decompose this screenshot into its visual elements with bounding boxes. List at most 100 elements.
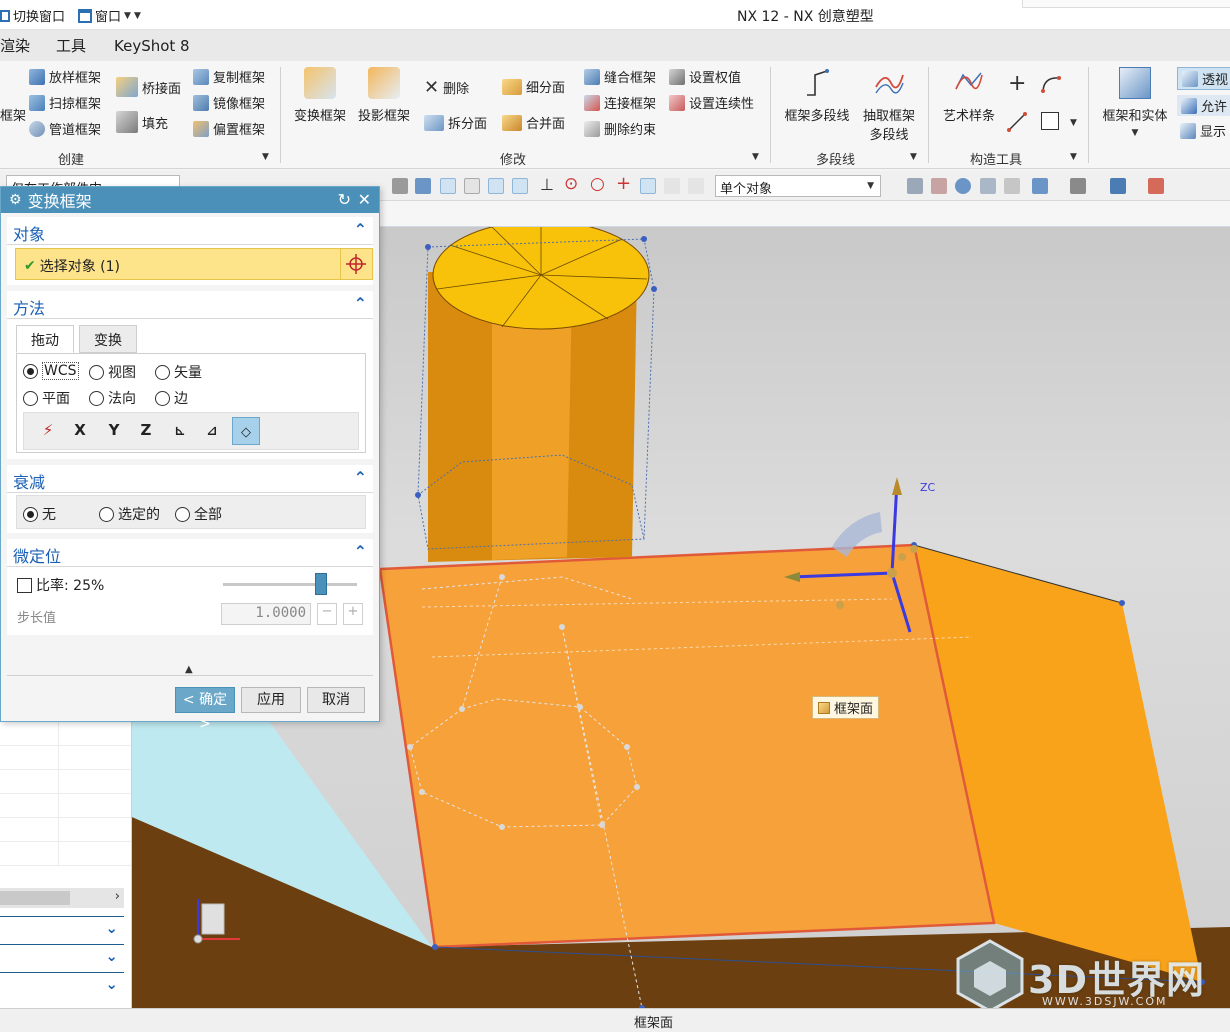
- allow-toggle[interactable]: 允许: [1177, 95, 1230, 116]
- radio-wcs[interactable]: WCS: [23, 362, 79, 380]
- set-weight-button[interactable]: 设置权值: [669, 67, 741, 86]
- ok-button[interactable]: < 确定 >: [175, 687, 235, 732]
- group-construct-expand-icon[interactable]: ▼: [1070, 152, 1077, 162]
- plane-yz-button[interactable]: ⊾: [166, 417, 194, 445]
- menu-keyshot[interactable]: KeyShot 8: [114, 37, 190, 55]
- chevron-down-icon[interactable]: ▼: [1070, 118, 1077, 128]
- sweep-frame-button[interactable]: 扫掠框架: [29, 93, 101, 112]
- tab-drag[interactable]: 拖动: [16, 325, 74, 353]
- wcs-icon[interactable]: [1148, 178, 1164, 194]
- rotate-icon[interactable]: [955, 178, 971, 194]
- arc-icon[interactable]: [1040, 73, 1062, 95]
- project-frame-button[interactable]: 投影框架: [355, 67, 413, 124]
- tube-frame-button[interactable]: 管道框架: [29, 119, 101, 138]
- section-method-header[interactable]: 方法 ⌃: [7, 291, 373, 319]
- step-value-input[interactable]: 1.0000: [221, 603, 311, 625]
- navigator-row[interactable]: [0, 722, 131, 746]
- navigator-row[interactable]: [0, 770, 131, 794]
- extract-frame-polyline-button[interactable]: 抽取框架 多段线: [857, 67, 921, 143]
- selection-type-dropdown[interactable]: 单个对象 ▼: [715, 175, 881, 197]
- section-fine-header[interactable]: 微定位 ⌃: [7, 539, 373, 567]
- group-polyline-expand-icon[interactable]: ▼: [910, 152, 917, 162]
- scrollbar-thumb[interactable]: [0, 891, 70, 905]
- snap-mid-icon[interactable]: [488, 178, 504, 194]
- zoom-icon[interactable]: [931, 178, 947, 194]
- select-body-icon[interactable]: [415, 178, 431, 194]
- reset-icon[interactable]: ↻: [338, 190, 351, 209]
- radio-normal[interactable]: 法向: [89, 388, 136, 408]
- radio-plane[interactable]: 平面: [23, 388, 70, 408]
- menu-render[interactable]: 渲染: [0, 35, 30, 56]
- radio-view[interactable]: 视图: [89, 362, 136, 382]
- pan-icon[interactable]: [980, 178, 996, 194]
- transparency-toggle[interactable]: 透视: [1177, 67, 1230, 90]
- select-face-icon[interactable]: [392, 178, 408, 194]
- orient-icon[interactable]: [1004, 178, 1020, 194]
- fill-button[interactable]: 填充: [116, 111, 168, 133]
- transform-frame-button[interactable]: 变换框架: [291, 67, 349, 124]
- switch-window-button[interactable]: 切换窗口: [0, 6, 65, 25]
- subdivide-face-button[interactable]: 细分面: [502, 77, 565, 96]
- delete-button[interactable]: ✕ 删除: [424, 77, 469, 98]
- horizontal-scrollbar[interactable]: ›: [0, 888, 124, 908]
- axis-z-button[interactable]: Z: [132, 417, 160, 445]
- fit-view-icon[interactable]: [907, 178, 923, 194]
- group-create-expand-icon[interactable]: ▼: [262, 152, 269, 162]
- group-modify-expand-icon[interactable]: ▼: [752, 152, 759, 162]
- section-object-header[interactable]: 对象 ⌃: [7, 217, 373, 245]
- bridge-face-button[interactable]: 桥接面: [116, 77, 181, 97]
- menu-tools[interactable]: 工具: [56, 35, 86, 56]
- mirror-frame-button[interactable]: 镜像框架: [193, 93, 265, 112]
- apply-button[interactable]: 应用: [241, 687, 301, 713]
- snap-bounded-icon[interactable]: [688, 178, 704, 194]
- set-continuity-button[interactable]: 设置连续性: [669, 93, 754, 112]
- snap-quadrant-icon[interactable]: ○: [590, 174, 605, 194]
- radio-falloff-none[interactable]: 无: [23, 504, 56, 524]
- merge-face-button[interactable]: 合并面: [502, 113, 565, 132]
- ratio-checkbox[interactable]: 比率: 25%: [17, 575, 104, 595]
- tab-transform[interactable]: 变换: [79, 325, 137, 353]
- navigator-section-1[interactable]: ⌄: [0, 916, 124, 942]
- radio-falloff-all[interactable]: 全部: [175, 504, 222, 524]
- expand-more-icon[interactable]: ▲: [185, 664, 193, 675]
- navigator-section-2[interactable]: ⌄: [0, 944, 124, 970]
- snap-center-icon[interactable]: ⊙: [564, 174, 578, 194]
- plane-xz-button[interactable]: ⊿: [198, 417, 226, 445]
- point-icon[interactable]: +: [1008, 71, 1026, 96]
- axis-x-button[interactable]: X: [66, 417, 94, 445]
- dialog-title-bar[interactable]: ⚙ 变换框架 ↻ ✕: [1, 187, 379, 213]
- plane-xy-button[interactable]: ◇: [232, 417, 260, 445]
- render-style-icon[interactable]: [1032, 178, 1048, 194]
- offset-frame-button[interactable]: 偏置框架: [193, 119, 265, 138]
- frame-polyline-button[interactable]: 框架多段线: [780, 67, 854, 124]
- axis-y-button[interactable]: Y: [100, 417, 128, 445]
- navigator-row[interactable]: [0, 794, 131, 818]
- snap-on-face-icon[interactable]: [664, 178, 680, 194]
- ratio-slider-thumb[interactable]: [315, 573, 327, 595]
- layer-icon[interactable]: [1110, 178, 1126, 194]
- rectangle-icon[interactable]: [1041, 112, 1059, 130]
- radio-edge[interactable]: 边: [155, 388, 188, 408]
- snap-end-icon[interactable]: [464, 178, 480, 194]
- connect-frame-button[interactable]: 连接框架: [584, 93, 656, 112]
- window-menu-button[interactable]: 窗口 ▼ ▼: [78, 6, 141, 25]
- radio-falloff-selected[interactable]: 选定的: [99, 504, 160, 524]
- studio-spline-button[interactable]: 艺术样条: [938, 67, 1000, 124]
- snap-on-curve-icon[interactable]: [640, 178, 656, 194]
- line-icon[interactable]: [1006, 111, 1028, 133]
- snap-point-icon[interactable]: [440, 178, 456, 194]
- snap-existing-point-icon[interactable]: +: [616, 173, 631, 194]
- frame-and-solid-button[interactable]: 框架和实体 ▼: [1098, 67, 1172, 139]
- copy-frame-button[interactable]: 复制框架: [193, 67, 265, 86]
- navigator-row[interactable]: [0, 842, 131, 866]
- split-face-button[interactable]: 拆分面: [424, 113, 487, 132]
- stitch-frame-button[interactable]: 缝合框架: [584, 67, 656, 86]
- close-icon[interactable]: ✕: [358, 190, 371, 209]
- chevron-right-icon[interactable]: ›: [115, 889, 120, 904]
- radio-vector[interactable]: 矢量: [155, 362, 202, 382]
- step-decrease-button[interactable]: −: [317, 603, 337, 625]
- select-object-row[interactable]: ✔ 选择对象 (1): [15, 248, 373, 280]
- select-crosshair-button[interactable]: [340, 249, 372, 279]
- view-section-icon[interactable]: [1070, 178, 1086, 194]
- step-increase-button[interactable]: +: [343, 603, 363, 625]
